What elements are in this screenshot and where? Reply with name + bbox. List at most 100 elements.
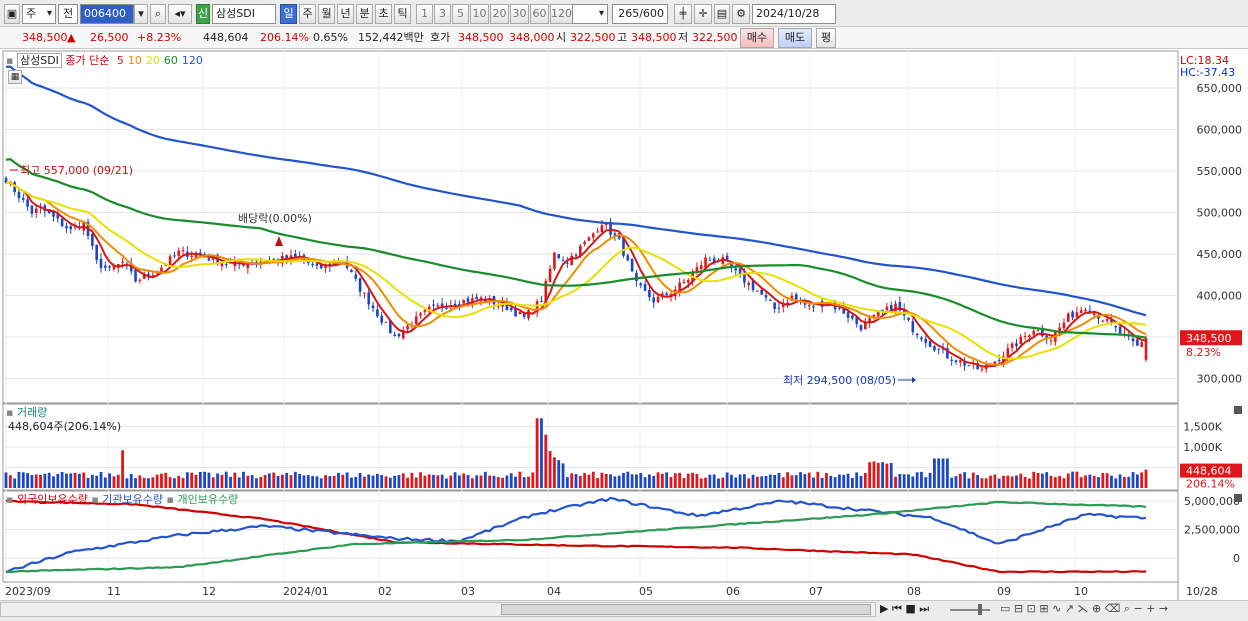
volume-bar bbox=[65, 473, 68, 488]
candle-body bbox=[306, 261, 310, 264]
candle-body bbox=[1092, 313, 1096, 315]
save-icon[interactable]: ▤ bbox=[714, 4, 730, 24]
candle-body bbox=[453, 303, 457, 306]
bar-count-value: 265 bbox=[618, 7, 640, 20]
volume-bar bbox=[570, 473, 574, 488]
period-button[interactable]: 분 bbox=[356, 4, 373, 24]
date-field[interactable]: 2024/10/28 bbox=[752, 4, 836, 24]
arrow-right-icon[interactable]: → bbox=[1159, 602, 1168, 615]
bar-count-field[interactable]: 265/600 bbox=[612, 4, 668, 24]
scroll-thumb[interactable] bbox=[501, 604, 871, 615]
horizontal-scrollbar[interactable] bbox=[0, 602, 876, 617]
candle-body bbox=[108, 266, 111, 268]
volume-bar bbox=[1019, 473, 1023, 488]
layout-icon[interactable]: ▭ bbox=[1000, 602, 1010, 615]
zoom-out-icon[interactable]: − bbox=[1133, 602, 1142, 615]
volume-bar bbox=[4, 472, 8, 488]
volume-bar bbox=[617, 475, 621, 488]
ma-legend-item: 10 bbox=[127, 54, 142, 67]
volume-bar bbox=[52, 476, 55, 488]
crosshair-icon[interactable]: ✛ bbox=[694, 4, 712, 24]
volume-bar bbox=[907, 474, 910, 488]
volume-bar bbox=[829, 475, 833, 488]
candle-body bbox=[1140, 342, 1143, 347]
split-icon[interactable]: ⊟ bbox=[1014, 602, 1023, 615]
volume-bar bbox=[673, 473, 677, 488]
close-icon[interactable] bbox=[1234, 494, 1242, 502]
volume-bar bbox=[609, 474, 612, 488]
volume-bar bbox=[967, 478, 971, 488]
calendar-icon[interactable]: ▦ bbox=[8, 70, 22, 84]
count-button[interactable]: 120 bbox=[550, 4, 573, 24]
volume-bar bbox=[535, 418, 539, 488]
stock-name-field[interactable]: 삼성SDI bbox=[212, 4, 276, 24]
volume-bar bbox=[522, 477, 526, 488]
count-button[interactable]: 5 bbox=[452, 4, 469, 24]
candle-body bbox=[950, 359, 953, 361]
speaker-icon[interactable]: ◂▾ bbox=[168, 4, 192, 24]
search-icon[interactable]: ⌕ bbox=[150, 4, 166, 24]
period-button[interactable]: 초 bbox=[375, 4, 392, 24]
volume-bar bbox=[453, 472, 457, 488]
period-button[interactable]: 틱 bbox=[394, 4, 411, 24]
grid-icon[interactable]: ⊞ bbox=[1039, 602, 1048, 615]
volume-bar bbox=[777, 472, 781, 488]
period-button[interactable]: 년 bbox=[337, 4, 354, 24]
candle-body bbox=[17, 191, 21, 199]
volume-bar bbox=[272, 472, 276, 488]
volume-bar bbox=[306, 475, 310, 488]
sell-button[interactable]: 매도 bbox=[778, 28, 812, 48]
play-icon[interactable]: ▶ bbox=[880, 602, 888, 615]
candle-body bbox=[872, 314, 876, 317]
chevron-down-icon[interactable]: ▾ bbox=[134, 4, 148, 24]
avg-button[interactable]: 평 bbox=[816, 28, 836, 48]
period-button[interactable]: 일 bbox=[280, 4, 297, 24]
rewind-icon[interactable]: ⏮ bbox=[892, 602, 902, 615]
code-input[interactable]: 006400 bbox=[80, 4, 134, 24]
stop-icon[interactable]: ■ bbox=[905, 602, 915, 615]
fib-tool-icon[interactable]: ⋋ bbox=[1078, 602, 1089, 615]
count-button[interactable]: 30 bbox=[510, 4, 529, 24]
line-tool-icon[interactable]: ∿ bbox=[1052, 602, 1061, 615]
text-tool-icon[interactable]: ⊕ bbox=[1092, 602, 1101, 615]
volume-bar bbox=[134, 478, 137, 488]
candle-body bbox=[907, 317, 910, 320]
low-label: 저 bbox=[678, 31, 689, 44]
count-button[interactable]: 20 bbox=[490, 4, 509, 24]
volume-bar bbox=[121, 450, 124, 488]
candle-body bbox=[1101, 320, 1105, 322]
count-button[interactable]: 10 bbox=[470, 4, 489, 24]
candle-body bbox=[656, 296, 660, 303]
candle-body bbox=[69, 226, 73, 230]
zoom-icon[interactable]: ⌕ bbox=[1124, 602, 1130, 615]
blank-field[interactable]: ▾ bbox=[572, 4, 608, 24]
candle-body bbox=[350, 269, 353, 273]
stock-chart[interactable]: 300,000350,000400,000450,000500,000550,0… bbox=[0, 50, 1248, 600]
volume-bar bbox=[505, 475, 509, 488]
compare-icon[interactable]: ⊡ bbox=[1027, 602, 1036, 615]
candle-body bbox=[591, 233, 595, 238]
mode-button[interactable]: 전 bbox=[58, 4, 78, 24]
volume-bar bbox=[112, 476, 116, 488]
market-select[interactable]: 주 ▾ bbox=[22, 4, 56, 24]
gear-icon[interactable]: ⚙ bbox=[732, 4, 750, 24]
eraser-icon[interactable]: ⌫ bbox=[1105, 602, 1121, 615]
buy-button[interactable]: 매수 bbox=[740, 28, 774, 48]
zoom-in-icon[interactable]: + bbox=[1146, 602, 1155, 615]
count-button[interactable]: 3 bbox=[434, 4, 451, 24]
volume-bar bbox=[388, 477, 392, 488]
volume-bar bbox=[350, 477, 353, 488]
period-button[interactable]: 주 bbox=[299, 4, 316, 24]
candle-body bbox=[190, 256, 193, 258]
volume-bar bbox=[747, 478, 751, 488]
window-icon[interactable]: ▣ bbox=[4, 4, 20, 24]
period-button[interactable]: 월 bbox=[318, 4, 335, 24]
count-button[interactable]: 60 bbox=[530, 4, 549, 24]
trend-tool-icon[interactable]: ↗ bbox=[1065, 602, 1074, 615]
volume-ratio: 206.14% bbox=[260, 31, 309, 44]
candle-icon[interactable]: ╪ bbox=[674, 4, 692, 24]
forward-icon[interactable]: ⏭ bbox=[919, 602, 929, 615]
close-icon[interactable] bbox=[1234, 406, 1242, 414]
speed-slider[interactable] bbox=[950, 602, 990, 617]
count-button[interactable]: 1 bbox=[416, 4, 433, 24]
